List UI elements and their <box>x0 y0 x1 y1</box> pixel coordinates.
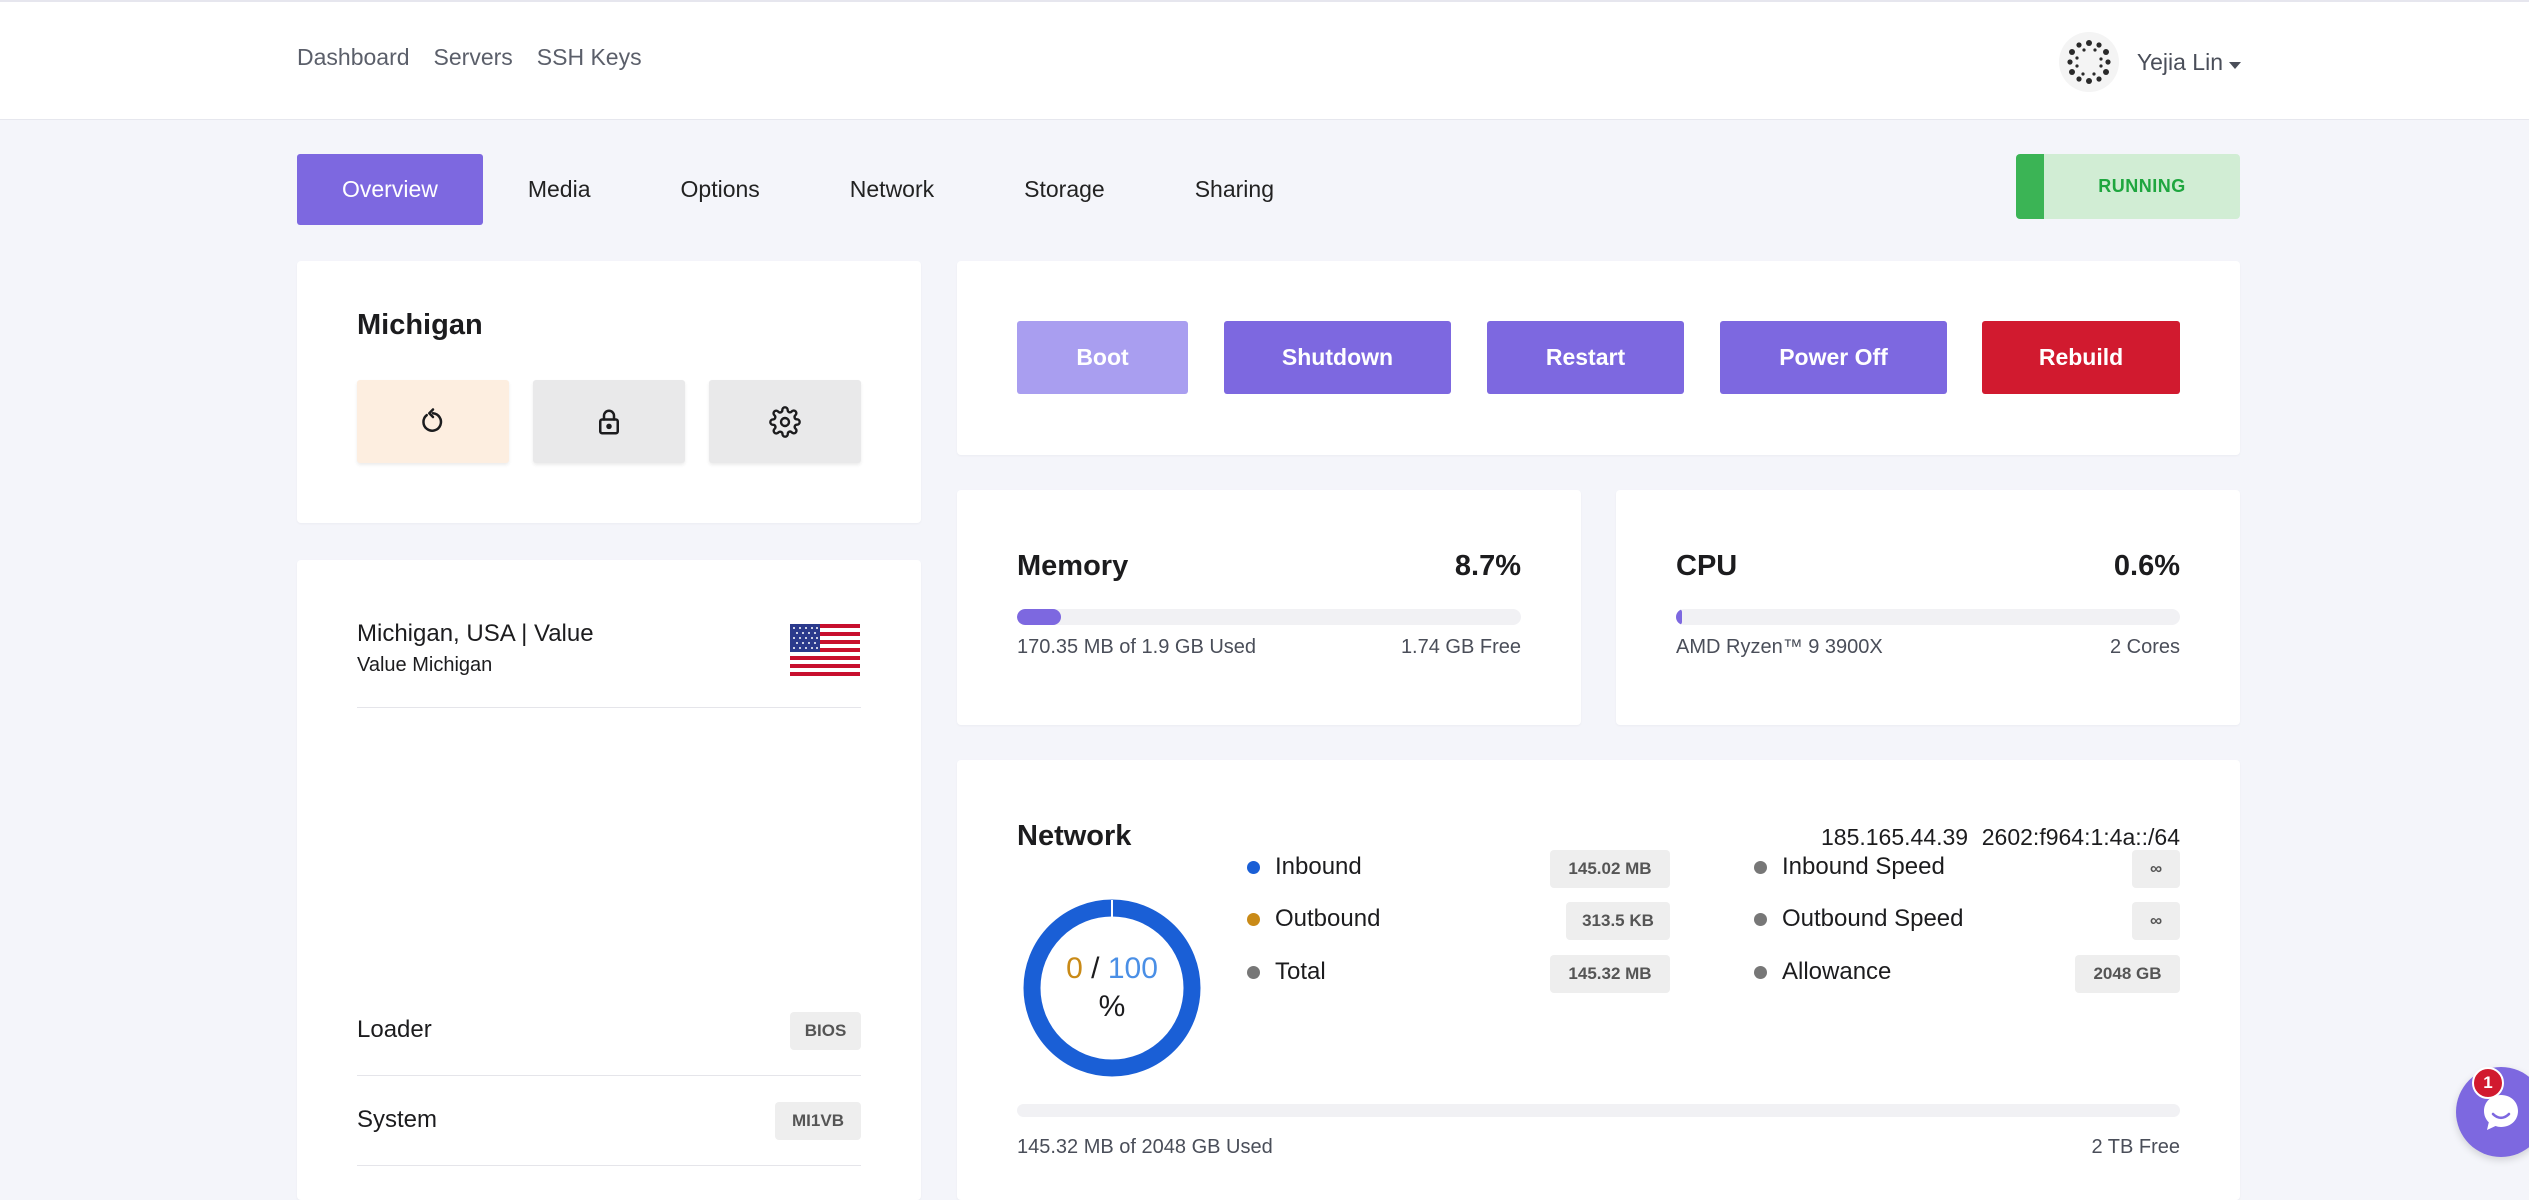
bandwidth-used: 145.32 MB of 2048 GB Used <box>1017 1136 1273 1158</box>
allowance-value: 2048 GB <box>2075 955 2180 993</box>
memory-progress-bar <box>1017 609 1521 625</box>
outbound-speed-dot-icon <box>1754 912 1767 926</box>
ipv4-address: 185.165.44.39 <box>1821 824 1969 850</box>
tab-sharing[interactable]: Sharing <box>1150 154 1319 225</box>
chevron-down-icon <box>2229 61 2241 69</box>
tab-network[interactable]: Network <box>805 154 979 225</box>
network-card: Network 185.165.44.39 2602:f964:1:4a::/6… <box>957 760 2240 1200</box>
loader-badge: BIOS <box>790 1012 861 1050</box>
gear-icon <box>769 405 801 438</box>
donut-used-value: 0 <box>1066 952 1083 985</box>
nav-dashboard-link[interactable]: Dashboard <box>297 44 410 71</box>
legend-total: Total <box>1247 958 1326 986</box>
outbound-value: 313.5 KB <box>1566 902 1670 940</box>
memory-card: Memory 8.7% 170.35 MB of 1.9 GB Used 1.7… <box>957 490 1581 725</box>
donut-separator: / <box>1091 952 1100 985</box>
memory-free: 1.74 GB Free <box>1400 636 1521 658</box>
donut-total-value: 100 <box>1107 952 1158 985</box>
chat-notification-badge: 1 <box>2472 1067 2504 1099</box>
cpu-model: AMD Ryzen™ 9 3900X <box>1676 636 1883 658</box>
legend-inbound: Inbound <box>1247 853 1362 881</box>
divider <box>357 1165 861 1166</box>
legend-inbound-speed: Inbound Speed <box>1754 853 1945 881</box>
bandwidth-progress-bar <box>1017 1104 2180 1117</box>
cpu-cores: 2 Cores <box>2109 636 2180 658</box>
legend-outbound-speed: Outbound Speed <box>1754 905 1964 933</box>
memory-title: Memory <box>1017 550 1129 582</box>
memory-progress-fill <box>1017 609 1061 625</box>
rebuild-button[interactable]: Rebuild <box>1982 321 2180 394</box>
server-name: Michigan <box>357 309 483 341</box>
total-value: 145.32 MB <box>1550 955 1670 993</box>
quick-actions <box>357 380 861 463</box>
ipv6-address: 2602:f964:1:4a::/64 <box>1981 824 2180 850</box>
memory-used: 170.35 MB of 1.9 GB Used <box>1017 636 1257 658</box>
server-info-card: Michigan, USA | Value Value Michigan Loa… <box>297 560 921 1200</box>
inbound-speed-dot-icon <box>1754 860 1767 874</box>
boot-button[interactable]: Boot <box>1017 321 1188 394</box>
user-name: Yejia Lin <box>2137 49 2241 76</box>
network-title: Network <box>1017 820 1132 852</box>
outbound-dot-icon <box>1247 912 1260 926</box>
donut-unit: % <box>1098 990 1126 1023</box>
system-label: System <box>357 1106 438 1133</box>
power-off-button[interactable]: Power Off <box>1720 321 1947 394</box>
restart-button[interactable]: Restart <box>1487 321 1684 394</box>
user-menu[interactable]: Yejia Lin <box>2058 32 2241 92</box>
allowance-dot-icon <box>1754 965 1767 979</box>
main-nav: Dashboard Servers SSH Keys <box>297 44 642 71</box>
system-badge: MI1VB <box>775 1102 861 1140</box>
memory-percent: 8.7% <box>1454 550 1521 582</box>
cpu-percent: 0.6% <box>2113 550 2180 582</box>
top-navbar: Dashboard Servers SSH Keys Yejia Lin <box>0 0 2529 120</box>
lock-button[interactable] <box>533 380 685 463</box>
tab-options[interactable]: Options <box>636 154 805 225</box>
nav-ssh-keys-link[interactable]: SSH Keys <box>537 44 642 71</box>
tab-overview[interactable]: Overview <box>297 154 483 225</box>
tab-media[interactable]: Media <box>483 154 636 225</box>
bandwidth-donut-label: 0 / 100 % <box>1022 950 1202 1026</box>
inbound-dot-icon <box>1247 860 1260 874</box>
legend-allowance: Allowance <box>1754 958 1891 986</box>
bandwidth-free: 2 TB Free <box>2091 1136 2180 1158</box>
shutdown-button[interactable]: Shutdown <box>1224 321 1451 394</box>
avatar-pattern-icon <box>2067 40 2111 84</box>
us-flag-icon <box>790 624 860 676</box>
cpu-progress-bar <box>1676 609 2180 625</box>
divider <box>357 1075 861 1076</box>
tab-storage[interactable]: Storage <box>979 154 1150 225</box>
loader-label: Loader <box>357 1016 432 1043</box>
avatar <box>2058 32 2119 92</box>
nav-servers-link[interactable]: Servers <box>434 44 513 71</box>
inbound-value: 145.02 MB <box>1550 850 1670 888</box>
inbound-speed-value: ∞ <box>2132 850 2180 888</box>
plan-label: Value Michigan <box>357 654 493 676</box>
location-label: Michigan, USA | Value <box>357 620 594 647</box>
divider <box>357 707 861 708</box>
status-badge: RUNNING <box>2016 154 2240 219</box>
settings-button[interactable] <box>709 380 861 463</box>
server-card: Michigan <box>297 261 921 523</box>
cpu-progress-fill <box>1676 609 1682 625</box>
cpu-card: CPU 0.6% AMD Ryzen™ 9 3900X 2 Cores <box>1616 490 2240 725</box>
refresh-icon <box>422 407 443 432</box>
legend-outbound: Outbound <box>1247 905 1380 933</box>
outbound-speed-value: ∞ <box>2132 902 2180 940</box>
lock-icon <box>599 409 619 434</box>
server-tabs: Overview Media Options Network Storage S… <box>297 154 1319 225</box>
cpu-title: CPU <box>1676 550 1738 582</box>
power-actions-card: Boot Shutdown Restart Power Off Rebuild <box>957 261 2240 455</box>
total-dot-icon <box>1247 965 1260 979</box>
reinstall-button[interactable] <box>357 380 509 463</box>
